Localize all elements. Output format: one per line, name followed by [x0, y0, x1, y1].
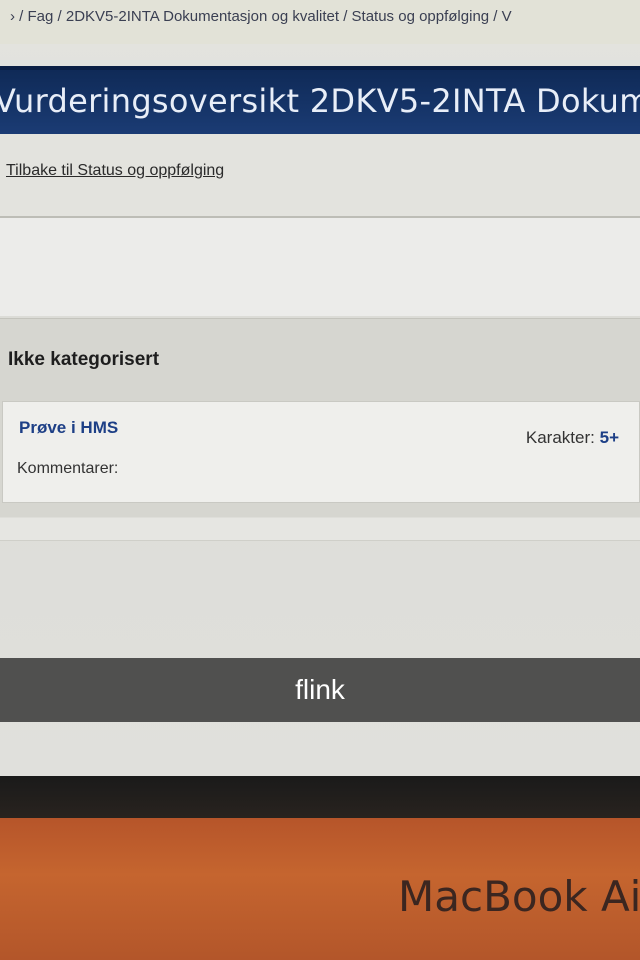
lower-band — [0, 518, 640, 541]
back-link[interactable]: Tilbake til Status og oppfølging — [6, 162, 224, 180]
laptop-chassis: MacBook Ai — [0, 818, 640, 960]
laptop-brand: MacBook Ai — [398, 872, 640, 921]
back-link-area: Tilbake til Status og oppfølging — [0, 134, 640, 218]
page-header: Vurderingsoversikt 2DKV5-2INTA Dokum — [0, 66, 640, 136]
breadcrumb[interactable]: › / Fag / 2DKV5-2INTA Dokumentasjon og k… — [0, 0, 640, 44]
caption-text: flink — [295, 674, 345, 705]
grade-label: Karakter: — [525, 428, 595, 447]
screen-bezel — [0, 776, 640, 822]
comments-label: Kommentarer: — [17, 460, 119, 477]
category-section: Ikke kategorisert Prøve i HMS Karakter: … — [0, 318, 640, 517]
grade: Karakter: 5+ — [526, 428, 619, 448]
blank-section — [0, 218, 640, 316]
assessment-name-link[interactable]: Prøve i HMS — [19, 418, 118, 438]
assessment-card: Prøve i HMS Karakter: 5+ Kommentarer: — [2, 401, 640, 503]
caption-bar: flink — [0, 658, 640, 722]
grade-value: 5+ — [599, 428, 619, 447]
category-title: Ikke kategorisert — [8, 349, 160, 370]
page-title: Vurderingsoversikt 2DKV5-2INTA Dokum — [0, 82, 640, 120]
